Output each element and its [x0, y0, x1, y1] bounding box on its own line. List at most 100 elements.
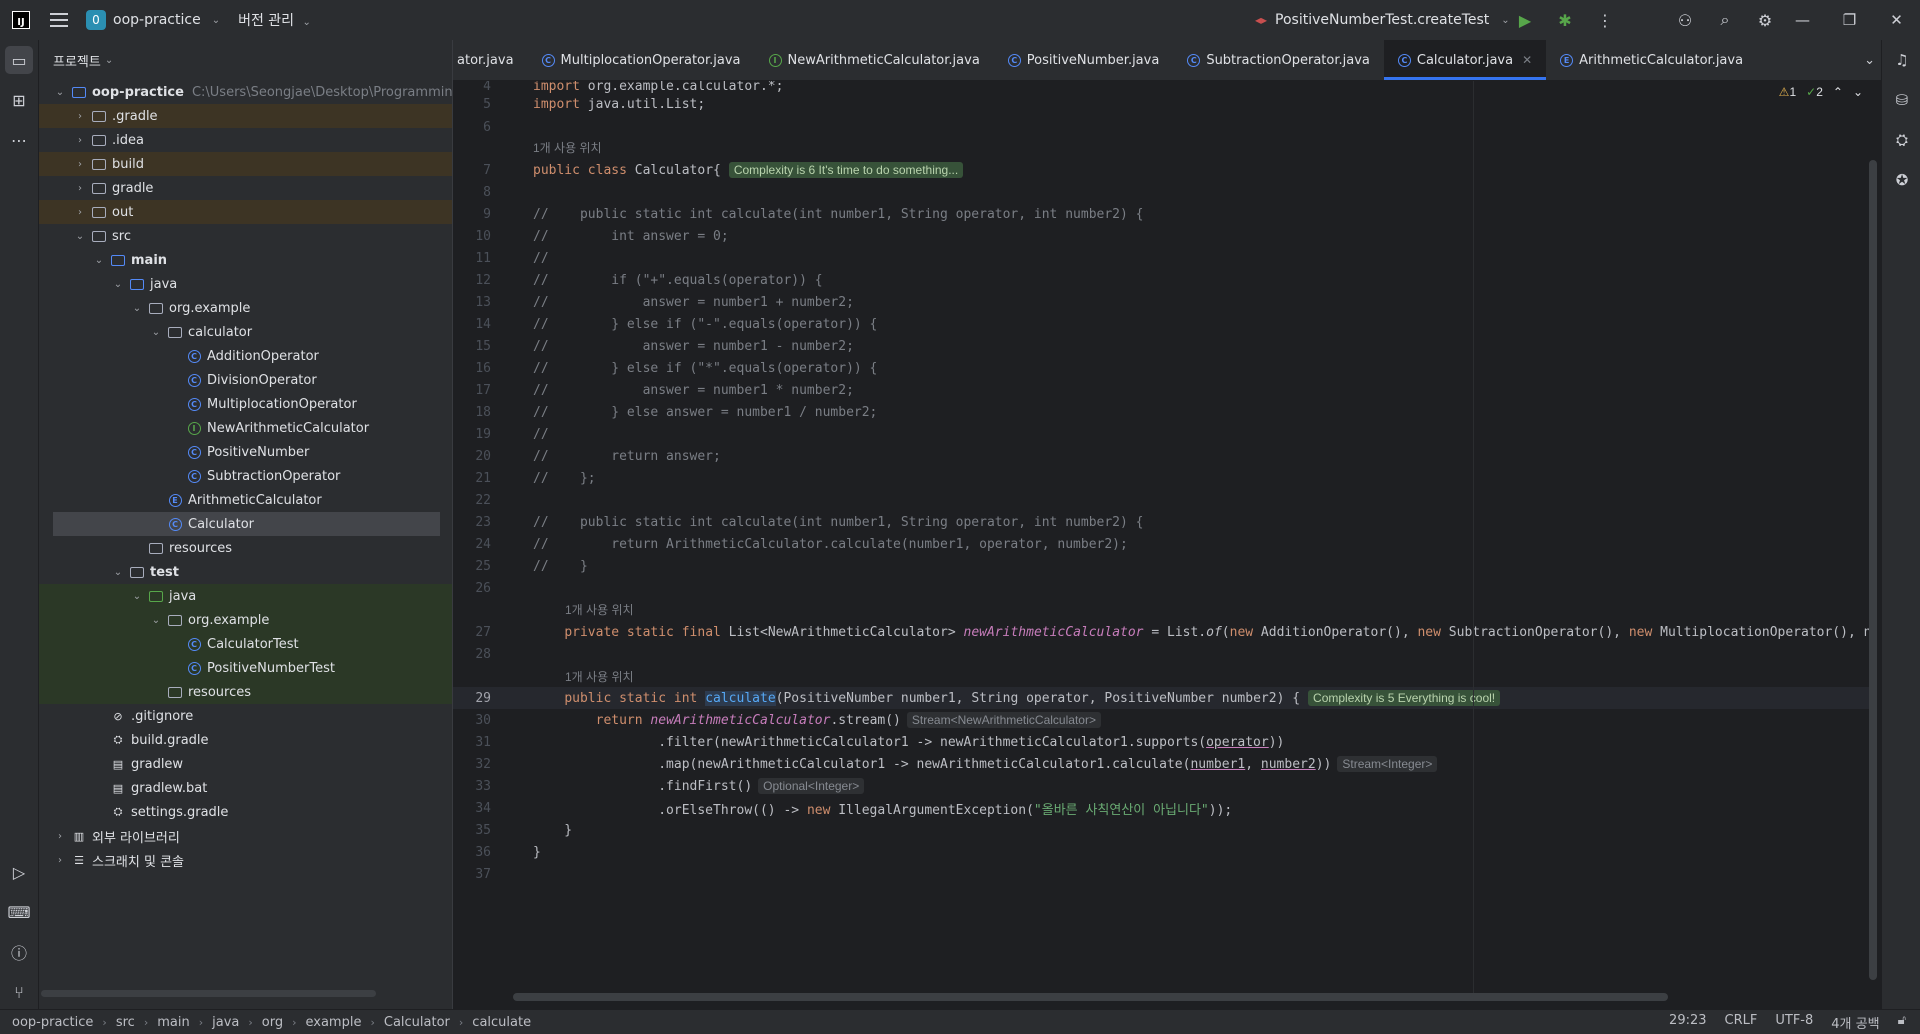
breadcrumb-item[interactable]: main: [157, 1015, 189, 1030]
complexity-badge[interactable]: Complexity is 6 It's time to do somethin…: [728, 161, 964, 178]
chevron-right-icon[interactable]: ›: [53, 831, 67, 842]
debug-icon[interactable]: ✱: [1545, 11, 1585, 30]
tree-item[interactable]: › ▥ 외부 라이브러리: [39, 824, 452, 848]
line-separator[interactable]: CRLF: [1725, 1013, 1758, 1032]
tree-item[interactable]: ⛭ build.gradle: [39, 728, 452, 752]
tree-item[interactable]: C AdditionOperator: [39, 344, 452, 368]
file-encoding[interactable]: UTF-8: [1775, 1013, 1813, 1032]
tree-item[interactable]: ⌄ java: [39, 584, 452, 608]
breadcrumb-item[interactable]: oop-practice: [12, 1015, 93, 1030]
structure-icon[interactable]: ⊞: [5, 86, 33, 114]
app-logo-icon[interactable]: IJ: [12, 11, 30, 29]
tree-item-selected[interactable]: C Calculator: [53, 512, 440, 536]
terminal-icon[interactable]: ⌨: [5, 898, 33, 926]
ai-assistant-icon[interactable]: ✪: [1888, 166, 1916, 194]
chevron-down-icon[interactable]: ⌄: [149, 327, 163, 338]
chevron-right-icon[interactable]: ›: [73, 111, 87, 122]
tree-item[interactable]: C MultiplocationOperator: [39, 392, 452, 416]
chevron-right-icon[interactable]: ›: [73, 183, 87, 194]
chevron-down-icon[interactable]: ⌄: [92, 255, 106, 266]
tree-item[interactable]: › build: [39, 152, 452, 176]
breadcrumb-item[interactable]: src: [116, 1015, 135, 1030]
chevron-down-icon[interactable]: ⌄: [130, 303, 144, 314]
tree-item[interactable]: resources: [39, 536, 452, 560]
chevron-down-icon[interactable]: ⌄: [53, 87, 67, 98]
tab-partial[interactable]: ator.java: [453, 40, 528, 80]
caret-position[interactable]: 29:23: [1669, 1013, 1706, 1032]
usage-hint[interactable]: 1개 사용 위치: [453, 665, 634, 687]
usage-hint[interactable]: 1개 사용 위치: [453, 598, 634, 620]
tab-new-arithmetic-calculator[interactable]: I NewArithmeticCalculator.java: [755, 40, 994, 80]
vertical-scrollbar[interactable]: [1869, 160, 1877, 980]
notifications-icon[interactable]: ♫: [1888, 46, 1916, 74]
tree-item[interactable]: ⌄ src: [39, 224, 452, 248]
run-config-selector[interactable]: ◂▸ PositiveNumberTest.createTest ⌄: [1255, 0, 1510, 40]
tree-item[interactable]: ⌄ calculator: [39, 320, 452, 344]
tree-item[interactable]: ⌄ org.example: [39, 608, 452, 632]
tab-subtraction-operator[interactable]: C SubtractionOperator.java: [1173, 40, 1384, 80]
complexity-badge[interactable]: Complexity is 5 Everything is cool!: [1308, 689, 1501, 706]
close-icon[interactable]: ✕: [1873, 11, 1920, 29]
tree-item[interactable]: E ArithmeticCalculator: [39, 488, 452, 512]
more-tools-icon[interactable]: ⋯: [5, 126, 33, 154]
tree-item[interactable]: › gradle: [39, 176, 452, 200]
git-branch-icon[interactable]: ⑂: [5, 978, 33, 1006]
tree-item[interactable]: ⌄ java: [39, 272, 452, 296]
add-user-icon[interactable]: ⚇: [1665, 11, 1705, 30]
tab-arithmetic-calculator[interactable]: E ArithmeticCalculator.java: [1546, 40, 1757, 80]
project-selector[interactable]: 0 oop-practice ⌄: [86, 10, 220, 30]
tree-item[interactable]: › .idea: [39, 128, 452, 152]
lock-icon[interactable]: 🔓︎: [1898, 1013, 1906, 1032]
run-icon[interactable]: ▶: [1505, 11, 1545, 30]
tree-item[interactable]: ⊘ .gitignore: [39, 704, 452, 728]
breadcrumb-item[interactable]: Calculator: [384, 1015, 450, 1030]
chevron-down-icon[interactable]: ⌄: [130, 591, 144, 602]
code-editor[interactable]: ⚠1 ✓2 ⌃ ⌄ 4 import org.example.calculator…: [453, 81, 1873, 1001]
restore-icon[interactable]: ❐: [1826, 11, 1873, 29]
tree-item[interactable]: ▤ gradlew.bat: [39, 776, 452, 800]
search-icon[interactable]: ⌕: [1705, 10, 1745, 30]
chevron-down-icon[interactable]: ⌄: [73, 231, 87, 242]
tree-item-root[interactable]: ⌄ oop-practice C:\Users\Seongjae\Desktop\P…: [39, 80, 452, 104]
services-icon[interactable]: ▷: [5, 858, 33, 886]
tree-item[interactable]: ⌄ main: [39, 248, 452, 272]
more-icon[interactable]: ⋮: [1585, 11, 1625, 30]
tab-calculator[interactable]: C Calculator.java ✕: [1383, 40, 1547, 80]
breadcrumb-item[interactable]: example: [306, 1015, 362, 1030]
project-folder-icon[interactable]: ▭: [5, 46, 33, 74]
tree-item[interactable]: C DivisionOperator: [39, 368, 452, 392]
chevron-right-icon[interactable]: ›: [73, 207, 87, 218]
tree-item[interactable]: ▤ gradlew: [39, 752, 452, 776]
breadcrumb-item[interactable]: calculate: [472, 1015, 531, 1030]
tree-item[interactable]: › .gradle: [39, 104, 452, 128]
breadcrumb-item[interactable]: java: [212, 1015, 239, 1030]
tree-item[interactable]: ⌄ org.example: [39, 296, 452, 320]
tree-item[interactable]: C SubtractionOperator: [39, 464, 452, 488]
close-icon[interactable]: ✕: [1522, 53, 1532, 67]
horizontal-scrollbar[interactable]: [513, 993, 1668, 1001]
chevron-down-icon[interactable]: ⌄: [111, 567, 125, 578]
minimize-icon[interactable]: —: [1779, 11, 1826, 29]
chevron-right-icon[interactable]: ›: [73, 135, 87, 146]
main-menu-icon[interactable]: [50, 13, 68, 27]
tree-item[interactable]: C PositiveNumber: [39, 440, 452, 464]
database-icon[interactable]: ⛁: [1888, 86, 1916, 114]
tree-item[interactable]: C CalculatorTest: [39, 632, 452, 656]
indent-setting[interactable]: 4개 공백: [1831, 1013, 1879, 1032]
vcs-menu[interactable]: 버전 관리 ⌄: [238, 10, 311, 30]
tree-item[interactable]: C PositiveNumberTest: [39, 656, 452, 680]
project-panel-header[interactable]: 프로젝트 ⌄: [39, 40, 452, 80]
horizontal-scrollbar[interactable]: [41, 990, 376, 997]
tree-item[interactable]: › ☰ 스크래치 및 콘솔: [39, 848, 452, 872]
chevron-down-icon[interactable]: ⌄: [111, 279, 125, 290]
chevron-down-icon[interactable]: ⌄: [149, 615, 163, 626]
tab-multiplocation-operator[interactable]: C MultiplocationOperator.java: [528, 40, 755, 80]
breadcrumb-item[interactable]: org: [262, 1015, 283, 1030]
tab-positive-number[interactable]: C PositiveNumber.java: [994, 40, 1174, 80]
chevron-right-icon[interactable]: ›: [73, 159, 87, 170]
usage-hint[interactable]: 1개 사용 위치: [453, 136, 602, 158]
chevron-right-icon[interactable]: ›: [53, 855, 67, 866]
tree-item[interactable]: resources: [39, 680, 452, 704]
chevron-down-icon[interactable]: ⌄: [1864, 53, 1875, 68]
tree-item[interactable]: ⌄ test: [39, 560, 452, 584]
